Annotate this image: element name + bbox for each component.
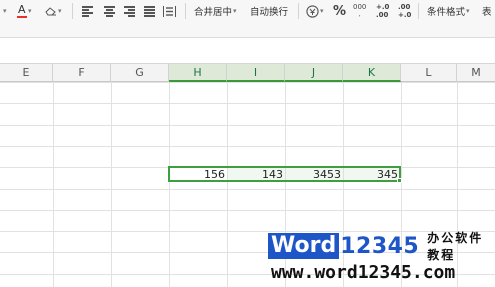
currency-icon bbox=[306, 4, 319, 18]
justify-icon bbox=[144, 6, 155, 17]
column-header-I[interactable]: I bbox=[227, 64, 285, 82]
currency-format-button[interactable]: ▾ bbox=[306, 0, 324, 22]
font-color-button[interactable]: A ▾ bbox=[17, 0, 32, 22]
merge-center-caret[interactable]: ▾ bbox=[233, 7, 237, 15]
watermark-tagline: 办公软件教程 bbox=[427, 231, 484, 262]
wrap-text-button[interactable]: 自动换行 bbox=[250, 0, 288, 22]
font-color-caret[interactable]: ▾ bbox=[28, 7, 32, 15]
conditional-format-caret[interactable]: ▾ bbox=[466, 7, 470, 15]
dec-decimal-bottom: +.0 bbox=[398, 11, 412, 19]
inc-decimal-top: +.0 bbox=[376, 3, 390, 11]
merge-center-label: 合井居中 bbox=[194, 7, 233, 18]
watermark-logo: Word 12345 办公软件教程 bbox=[268, 231, 495, 262]
watermark-url: www.word12345.com bbox=[271, 262, 456, 283]
table-style-button[interactable]: 表 bbox=[482, 0, 492, 22]
merge-center-button[interactable]: 合井居中 ▾ bbox=[194, 0, 237, 22]
cell-H[interactable]: 156 bbox=[172, 168, 225, 181]
conditional-format-button[interactable]: 条件格式 ▾ bbox=[427, 0, 470, 22]
cell-I[interactable]: 143 bbox=[230, 168, 283, 181]
align-right-button[interactable] bbox=[124, 0, 135, 22]
justify-button[interactable] bbox=[144, 0, 155, 22]
conditional-format-label: 条件格式 bbox=[427, 7, 466, 18]
column-header-bar: E F G H I J K L M bbox=[0, 64, 495, 82]
percent-button[interactable]: % bbox=[333, 0, 346, 22]
column-header-G[interactable]: G bbox=[111, 64, 169, 82]
wrap-text-label: 自动换行 bbox=[250, 7, 289, 18]
ribbon-toolbar: ▾ A ▾ ▾ 合井居中 ▾ 自动换行 ▾ % 000 , +.0 .00 .0… bbox=[0, 0, 495, 38]
column-header-F[interactable]: F bbox=[53, 64, 111, 82]
thousands-label: 000 bbox=[353, 3, 367, 11]
distributed-align-button[interactable] bbox=[163, 0, 176, 22]
watermark-brand-boxed: Word bbox=[268, 233, 340, 259]
column-header-M[interactable]: M bbox=[457, 64, 495, 82]
column-header-E[interactable]: E bbox=[0, 64, 53, 82]
column-header-J[interactable]: J bbox=[285, 64, 343, 82]
column-header-L[interactable]: L bbox=[401, 64, 457, 82]
formula-bar-area bbox=[0, 38, 495, 64]
thousands-separator-button[interactable]: 000 , bbox=[353, 0, 366, 22]
align-center-button[interactable] bbox=[104, 0, 115, 22]
column-header-K[interactable]: K bbox=[343, 64, 401, 82]
clear-format-button[interactable]: ▾ bbox=[45, 0, 62, 22]
inc-decimal-bottom: .00 bbox=[376, 11, 389, 19]
align-center-icon bbox=[104, 6, 115, 17]
watermark-brand-rest: 12345 bbox=[340, 233, 420, 259]
font-color-prev-caret[interactable]: ▾ bbox=[2, 0, 7, 22]
cell-K[interactable]: 345 bbox=[346, 168, 398, 181]
align-right-icon bbox=[124, 6, 135, 17]
decrease-decimal-button[interactable]: .00 +.0 bbox=[398, 0, 411, 22]
font-color-icon: A bbox=[17, 3, 27, 18]
align-left-icon bbox=[82, 6, 93, 17]
font-color-glyph: A bbox=[18, 3, 26, 16]
dec-decimal-top: .00 bbox=[398, 3, 411, 11]
align-left-button[interactable] bbox=[82, 0, 93, 22]
cell-J[interactable]: 3453 bbox=[288, 168, 341, 181]
eraser-icon bbox=[45, 6, 57, 16]
increase-decimal-button[interactable]: +.0 .00 bbox=[376, 0, 389, 22]
table-style-label: 表 bbox=[482, 7, 492, 18]
column-header-H[interactable]: H bbox=[169, 64, 227, 82]
distributed-align-icon bbox=[163, 5, 176, 17]
